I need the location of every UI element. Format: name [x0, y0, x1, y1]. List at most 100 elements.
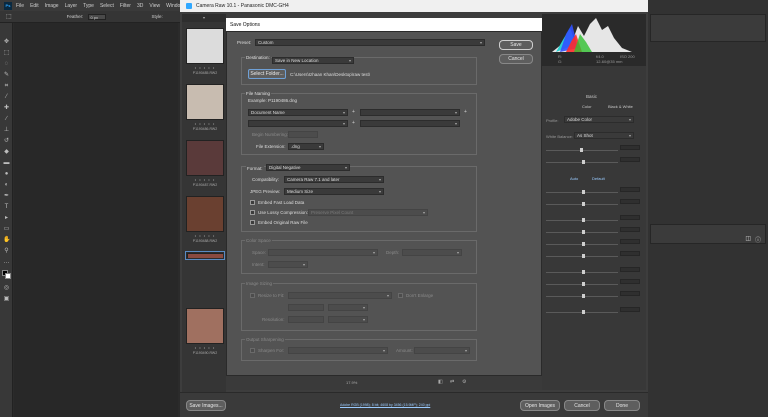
profile-select[interactable]: Adobe Color ▾: [564, 116, 634, 123]
dont-enlarge-checkbox[interactable]: [398, 293, 403, 298]
highlights-slider[interactable]: [546, 214, 642, 222]
vibrance-slider[interactable]: [546, 306, 642, 314]
background-color-swatch[interactable]: [5, 273, 11, 279]
type-tool-icon[interactable]: T: [3, 204, 10, 210]
sharpen-for-select[interactable]: ▾: [288, 347, 388, 354]
menu-select[interactable]: Select: [100, 3, 114, 9]
cancel-button[interactable]: Cancel: [499, 54, 533, 64]
resize-unit-select[interactable]: ▾: [328, 304, 368, 311]
filmstrip-thumbnail[interactable]: • • • • • P1190486.RW2: [186, 84, 224, 136]
texture-slider[interactable]: [546, 266, 642, 274]
depth-select[interactable]: ▾: [402, 249, 462, 256]
naming-field-1[interactable]: Document Name ▾: [248, 109, 348, 116]
brush-tool-icon[interactable]: ∕: [3, 116, 10, 122]
space-select[interactable]: ▾: [268, 249, 378, 256]
swap-icon[interactable]: ⇄: [450, 379, 454, 385]
crop-tool-icon[interactable]: ⌗: [3, 83, 10, 89]
eraser-icon[interactable]: ◆: [3, 149, 10, 155]
resolution-unit-select[interactable]: ▾: [328, 316, 368, 323]
preset-select[interactable]: Custom ▾: [255, 39, 485, 46]
blur-tool-icon[interactable]: ●: [3, 171, 10, 177]
zoom-level[interactable]: 17.9%: [346, 380, 357, 385]
thumbnail-rating[interactable]: • • • • •: [186, 177, 224, 182]
clone-stamp-icon[interactable]: ⊥: [3, 127, 10, 133]
screen-mode-icon[interactable]: ▣: [3, 296, 10, 302]
info-icon[interactable]: ⓘ: [755, 235, 761, 244]
menu-view[interactable]: View: [149, 3, 160, 9]
filmstrip-thumbnail[interactable]: • • • • • P1190488.RW2: [186, 196, 224, 248]
thumbnail-rating[interactable]: • • • • •: [186, 345, 224, 350]
begin-numbering-input[interactable]: [288, 131, 318, 138]
jpeg-preview-select[interactable]: Medium Size ▾: [284, 188, 384, 195]
done-button[interactable]: Done: [604, 400, 640, 411]
color-radio[interactable]: Color: [582, 104, 592, 109]
resize-to-fit-select[interactable]: ▾: [288, 292, 392, 299]
feather-input[interactable]: 0 px: [88, 13, 107, 20]
eyedropper-icon[interactable]: ⁄: [3, 94, 10, 100]
format-select[interactable]: Digital Negative ▾: [266, 164, 350, 171]
embed-original-checkbox[interactable]: [250, 220, 255, 225]
tint-slider[interactable]: [546, 156, 642, 164]
auto-link[interactable]: Auto: [570, 176, 578, 181]
contrast-slider[interactable]: [546, 198, 642, 206]
thumbnail-rating[interactable]: • • • • •: [186, 121, 224, 126]
save-images-button[interactable]: Save Images...: [186, 400, 226, 411]
history-brush-icon[interactable]: ↺: [3, 138, 10, 144]
hand-tool-icon[interactable]: ✋: [3, 237, 10, 243]
move-tool-icon[interactable]: ✥: [3, 39, 10, 45]
compatibility-select[interactable]: Camera Raw 7.1 and later ▾: [284, 176, 384, 183]
shape-tool-icon[interactable]: ▭: [3, 226, 10, 232]
embed-fast-load-checkbox[interactable]: [250, 200, 255, 205]
filmstrip-thumbnail[interactable]: • • • • •P1190489.RW2: [185, 251, 225, 260]
naming-field-3[interactable]: ▾: [248, 120, 348, 127]
save-button[interactable]: Save: [499, 40, 533, 50]
workflow-info-link[interactable]: Adobe RGB (1998); 8 bit; 4608 by 3456 (1…: [340, 403, 430, 407]
dehaze-slider[interactable]: [546, 290, 642, 298]
menu-edit[interactable]: Edit: [30, 3, 39, 9]
more-tools-icon[interactable]: …: [3, 259, 10, 265]
camera-raw-cancel-button[interactable]: Cancel: [564, 400, 600, 411]
thumbnail-rating[interactable]: • • • • •: [186, 65, 224, 70]
destination-select[interactable]: Save in New Location ▾: [272, 57, 354, 64]
path-select-icon[interactable]: ▸: [3, 215, 10, 221]
white-balance-select[interactable]: As Shot ▾: [574, 132, 634, 139]
filmstrip-thumbnail[interactable]: • • • • • P1190487.RW2: [186, 140, 224, 192]
menu-layer[interactable]: Layer: [65, 3, 78, 9]
shadows-slider[interactable]: [546, 226, 642, 234]
filmstrip-thumbnail[interactable]: • • • • • P1190485.RW2: [186, 28, 224, 80]
sharpen-for-checkbox[interactable]: [250, 348, 255, 353]
lasso-tool-icon[interactable]: ◌: [3, 61, 10, 67]
naming-field-2[interactable]: ▾: [360, 109, 460, 116]
resize-to-fit-checkbox[interactable]: [250, 293, 255, 298]
marquee-tool-icon[interactable]: ⬚: [6, 13, 12, 20]
menu-3d[interactable]: 3D: [137, 3, 143, 9]
resolution-input[interactable]: [288, 316, 324, 323]
filmstrip-thumbnail[interactable]: • • • • • P1190490.RW2: [186, 308, 224, 360]
file-extension-select[interactable]: .dng ▾: [288, 143, 324, 150]
settings-toggle-icon[interactable]: ⚙: [462, 379, 466, 385]
exposure-slider[interactable]: [546, 186, 642, 194]
naming-field-4[interactable]: ▾: [360, 120, 460, 127]
marquee-tool-icon[interactable]: ⬚: [3, 50, 10, 56]
before-after-icon[interactable]: ◧: [438, 379, 443, 385]
fx-icon[interactable]: ◫: [745, 235, 751, 242]
blacks-slider[interactable]: [546, 250, 642, 258]
menu-filter[interactable]: Filter: [120, 3, 131, 9]
zoom-tool-icon[interactable]: ⚲: [3, 248, 10, 254]
thumbnail-rating[interactable]: • • • • •: [186, 233, 224, 238]
open-images-button[interactable]: Open Images: [520, 400, 560, 411]
dodge-tool-icon[interactable]: ◐: [3, 182, 10, 188]
menu-image[interactable]: Image: [45, 3, 59, 9]
whites-slider[interactable]: [546, 238, 642, 246]
default-link[interactable]: Default: [592, 176, 605, 181]
temperature-slider[interactable]: [546, 144, 642, 152]
quick-select-icon[interactable]: ✎: [3, 72, 10, 78]
resize-width-input[interactable]: [288, 304, 324, 311]
menu-type[interactable]: Type: [83, 3, 94, 9]
intent-select[interactable]: ▾: [268, 261, 308, 268]
amount-select[interactable]: ▾: [414, 347, 470, 354]
lossy-compression-checkbox[interactable]: [250, 210, 255, 215]
pen-tool-icon[interactable]: ✒: [3, 193, 10, 199]
black-white-radio[interactable]: Black & White: [608, 104, 633, 109]
menu-file[interactable]: File: [16, 3, 24, 9]
